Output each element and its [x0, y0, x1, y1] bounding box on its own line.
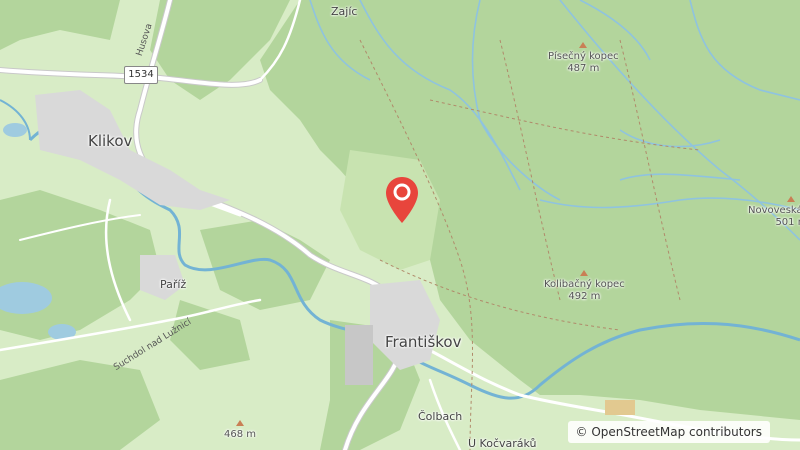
place-label-zajic: Zajíc: [331, 5, 358, 18]
peak-triangle-icon: [236, 420, 244, 426]
map-canvas[interactable]: [0, 0, 800, 450]
place-label-u-kocvaraku: U Kočvaráků: [468, 437, 537, 450]
road-number-shield: 1534: [124, 66, 158, 84]
place-label-colbach: Čolbach: [418, 410, 463, 423]
peak-triangle-icon: [579, 42, 588, 48]
map-attribution[interactable]: © OpenStreetMap contributors: [567, 421, 770, 443]
peak-triangle-icon: [580, 270, 589, 276]
peak-triangle-icon: [787, 196, 796, 202]
location-pin-icon[interactable]: [384, 175, 420, 225]
peak-label-468: 468 m: [224, 420, 256, 441]
attribution-text[interactable]: © OpenStreetMap contributors: [576, 425, 762, 439]
peak-label-pisecny-kopec: Písečný kopec 487 m: [548, 42, 619, 75]
peak-label-kolibacny-kopec: Kolibačný kopec 492 m: [544, 270, 625, 303]
town-label-frantiskov: Františkov: [385, 333, 462, 351]
peak-label-novoveska-brana: Novoveská brána 501 m: [748, 196, 800, 229]
town-label-klikov: Klikov: [88, 132, 133, 150]
place-label-pariz: Paříž: [160, 278, 187, 291]
